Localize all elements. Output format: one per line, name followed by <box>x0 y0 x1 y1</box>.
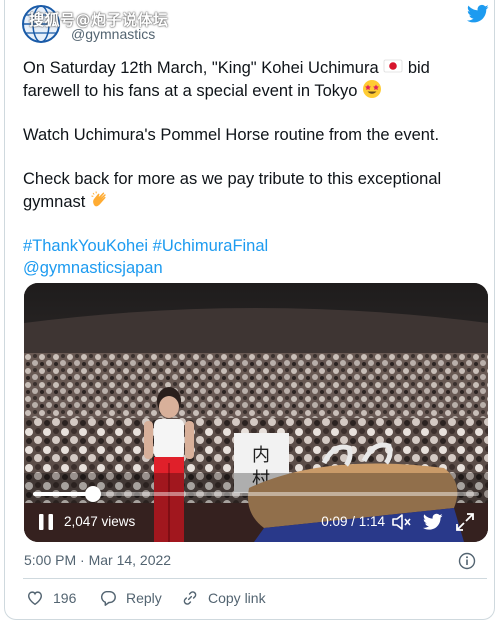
pause-icon[interactable] <box>36 511 56 533</box>
copy-link-label: Copy link <box>208 590 266 606</box>
fullscreen-icon[interactable] <box>455 512 475 532</box>
paragraph-1-text-a: On Saturday 12th March, "King" Kohei Uch… <box>23 59 384 77</box>
twitter-bird-icon[interactable] <box>467 4 489 24</box>
tweet-links: #ThankYouKohei #UchimuraFinal @gymnastic… <box>23 235 485 279</box>
account-handle[interactable]: @gymnastics <box>71 26 155 42</box>
tweet-paragraph-2: Watch Uchimura's Pommel Horse routine fr… <box>23 126 440 144</box>
heart-icon <box>27 591 43 606</box>
tweet-paragraph-1: On Saturday 12th March, "King" Kohei Uch… <box>23 56 485 102</box>
copy-link-button[interactable]: Copy link <box>181 589 266 607</box>
info-icon[interactable] <box>458 552 476 570</box>
japan-flag-icon <box>383 59 403 73</box>
tweet-header: 搜狐号@炮子说体坛 @gymnastics <box>19 4 489 46</box>
tweet-paragraph-3: Check back for more as we pay tribute to… <box>23 168 485 213</box>
star-struck-emoji-icon <box>363 80 382 98</box>
like-button[interactable]: 196 <box>26 589 76 607</box>
video-progress-fill <box>33 492 94 496</box>
like-count: 196 <box>53 590 77 606</box>
video-controls: 2,047 views 0:09 / 1:14 <box>24 502 488 542</box>
link-icon <box>183 591 197 605</box>
reply-bubble-icon <box>100 590 116 606</box>
hashtag-links[interactable]: #ThankYouKohei #UchimuraFinal <box>23 237 268 255</box>
volume-muted-icon[interactable] <box>391 512 411 532</box>
reply-button[interactable]: Reply <box>99 589 162 607</box>
clapping-hands-emoji-icon <box>91 191 106 207</box>
svg-text:内: 内 <box>252 445 270 466</box>
video-player[interactable]: 内 村 2,047 views 0:09 / 1:14 <box>24 283 488 542</box>
tweet-body: On Saturday 12th March, "King" Kohei Uch… <box>23 56 485 279</box>
mention-link[interactable]: @gymnasticsjapan <box>23 259 163 277</box>
tweet-timestamp[interactable]: 5:00 PM · Mar 14, 2022 <box>24 552 171 568</box>
video-progress-bar[interactable] <box>33 486 479 502</box>
divider <box>23 578 487 579</box>
video-view-count: 2,047 views <box>64 514 136 529</box>
video-time: 0:09 / 1:14 <box>321 514 385 529</box>
twitter-logo-icon[interactable] <box>423 513 443 531</box>
tweet-actions: 196 Reply Copy link <box>26 589 486 609</box>
tweet-card: 搜狐号@炮子说体坛 @gymnastics On Saturday 12th M… <box>4 0 495 620</box>
reply-label: Reply <box>126 590 162 606</box>
paragraph-3-text: Check back for more as we pay tribute to… <box>23 170 442 211</box>
